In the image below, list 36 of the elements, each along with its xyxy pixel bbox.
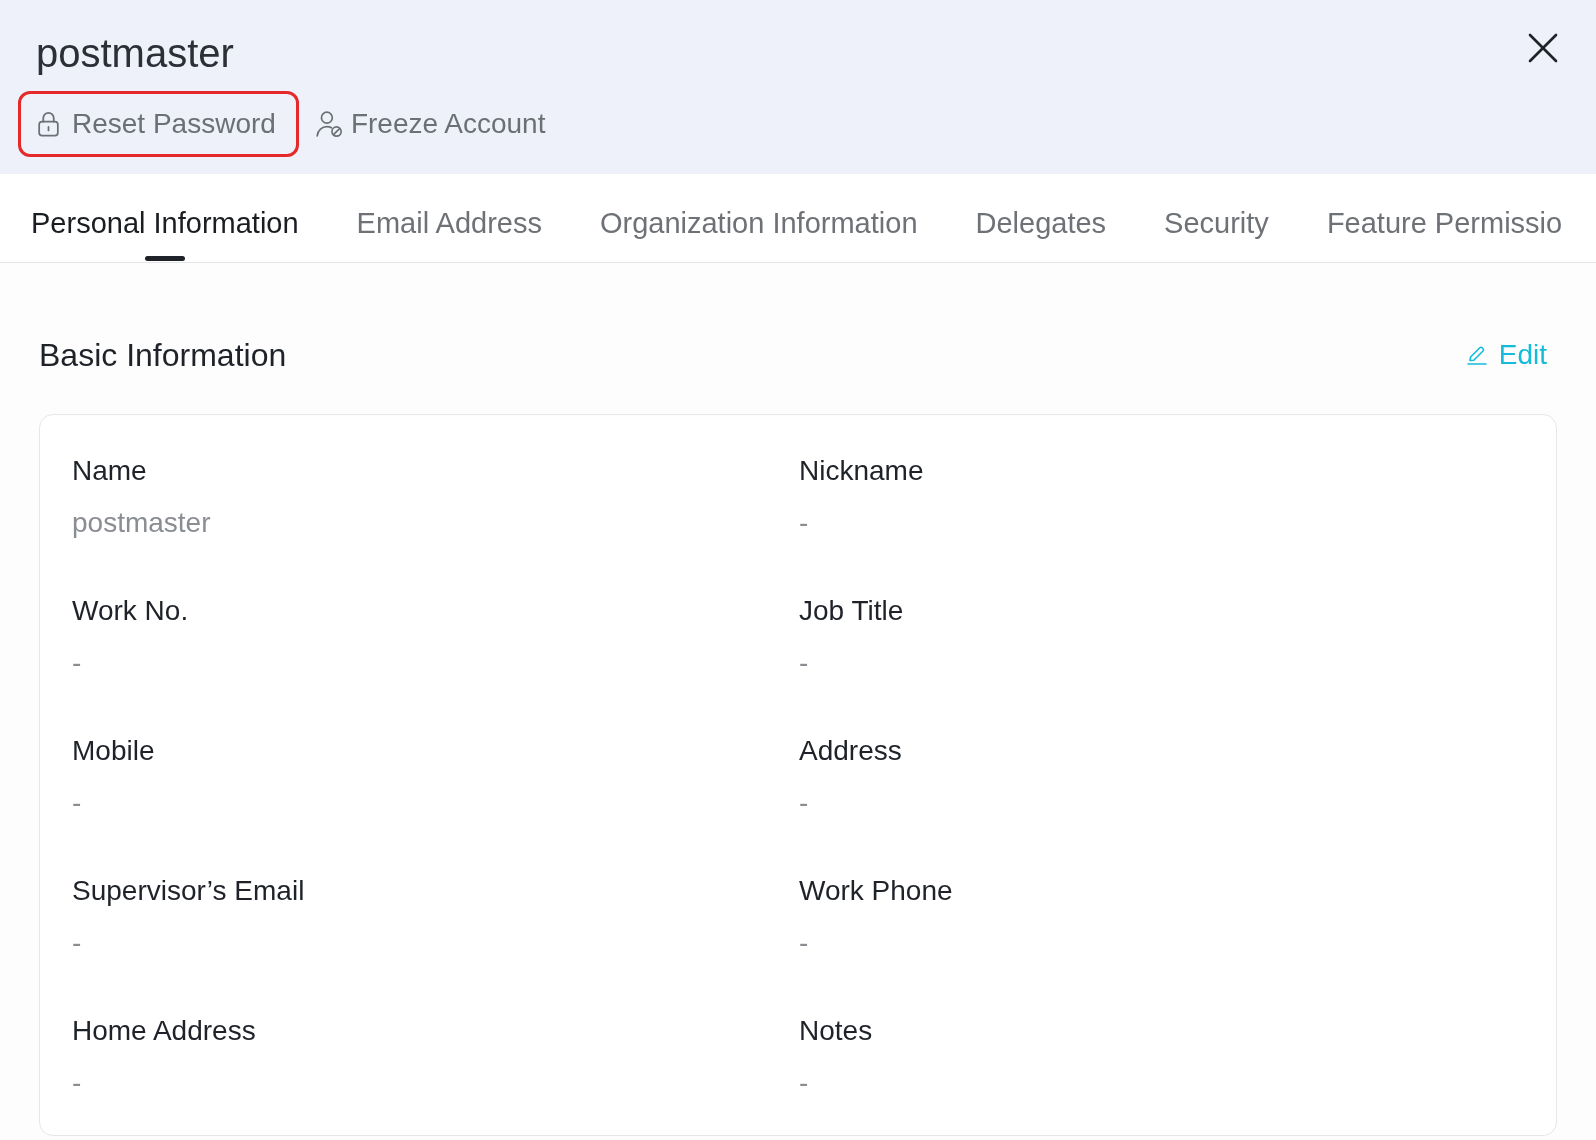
field-value: - xyxy=(72,926,82,960)
account-title: postmaster xyxy=(36,30,234,77)
field-value: postmaster xyxy=(72,506,211,540)
close-icon xyxy=(1528,33,1558,63)
field-label: Nickname xyxy=(799,454,924,488)
user-ban-icon xyxy=(315,111,342,137)
field-label: Job Title xyxy=(799,594,904,628)
pencil-icon xyxy=(1466,345,1487,365)
freeze-account-button[interactable]: Freeze Account xyxy=(298,91,559,157)
field-value: - xyxy=(72,1066,82,1100)
field-label: Work Phone xyxy=(799,874,953,908)
tab[interactable]: Organization Information xyxy=(599,174,918,262)
field-value: - xyxy=(799,926,809,960)
tab[interactable]: Feature Permissio xyxy=(1326,174,1563,262)
field-value: - xyxy=(799,646,809,680)
tab[interactable]: Personal Information xyxy=(31,174,299,262)
field-value: - xyxy=(799,786,809,820)
tab[interactable]: Security xyxy=(1164,174,1269,262)
field-label: Notes xyxy=(799,1014,873,1048)
field-label: Work No. xyxy=(72,594,189,628)
close-button[interactable] xyxy=(1528,33,1558,63)
section-title: Basic Information xyxy=(39,336,287,375)
selected-tab-underline xyxy=(144,256,185,261)
field-value: - xyxy=(799,506,809,540)
lock-icon xyxy=(38,111,59,137)
field-value: - xyxy=(72,646,82,680)
field-label: Address xyxy=(799,734,902,768)
field-label: Home Address xyxy=(72,1014,256,1048)
reset-password-button[interactable]: Reset Password xyxy=(18,91,299,157)
field-label: Name xyxy=(72,454,147,488)
field-label: Supervisor’s Email xyxy=(72,874,305,908)
field-value: - xyxy=(799,1066,809,1100)
field-label: Mobile xyxy=(72,734,155,768)
tab[interactable]: Delegates xyxy=(975,174,1107,262)
tab[interactable]: Email Address xyxy=(356,174,542,262)
field-value: - xyxy=(72,786,82,820)
